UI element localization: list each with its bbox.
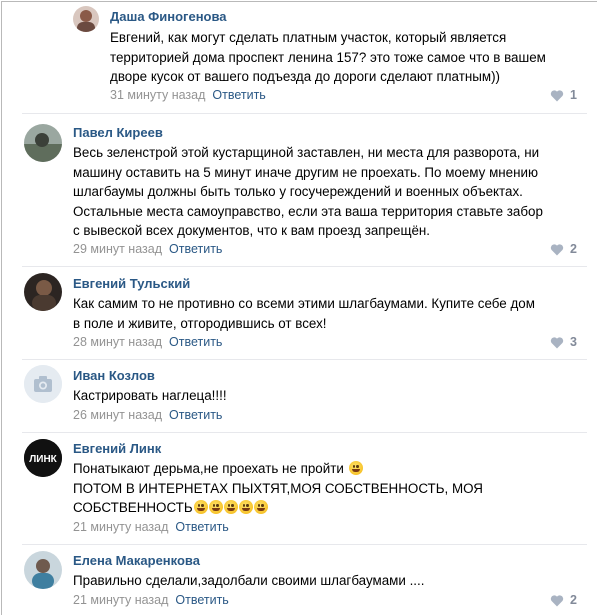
reply-button[interactable]: Ответить bbox=[169, 335, 222, 349]
comment-meta: 26 минут назад Ответить bbox=[73, 408, 222, 422]
reply-button[interactable]: Ответить bbox=[212, 88, 265, 102]
comment-author[interactable]: Евгений Линк bbox=[73, 441, 161, 456]
laughing-crying-emoji-icon bbox=[253, 500, 268, 514]
avatar[interactable] bbox=[73, 6, 99, 32]
comment-time[interactable]: 31 минуту назад bbox=[110, 88, 205, 102]
comment-text: Кастрировать наглеца!!!! bbox=[73, 388, 227, 403]
avatar-logo-text: ЛИНК bbox=[29, 454, 57, 465]
comments-panel: Даша Финогенова Евгений, как могут сдела… bbox=[1, 1, 597, 615]
comment-author[interactable]: Елена Макаренкова bbox=[73, 553, 200, 568]
comment-text: Весь зеленстрой этой кустарщиной заставл… bbox=[73, 145, 543, 238]
like-button[interactable]: 1 bbox=[550, 88, 577, 102]
comment-text-line2: ПОТОМ В ИНТЕРНЕТАХ ПЫХТЯТ,МОЯ СОБСТВЕННО… bbox=[73, 480, 483, 496]
avatar[interactable] bbox=[24, 365, 62, 403]
comment-author[interactable]: Иван Козлов bbox=[73, 368, 155, 383]
comment-divider bbox=[22, 359, 587, 360]
comment-text: Как самим то не противно со всеми этими … bbox=[73, 296, 535, 331]
comment-text-line3: СОБСТВЕННОСТЬ bbox=[73, 500, 193, 515]
comment-author[interactable]: Даша Финогенова bbox=[110, 9, 227, 24]
comment-divider bbox=[22, 113, 587, 114]
comment-divider bbox=[22, 432, 587, 433]
laughing-crying-emoji-icon bbox=[193, 500, 208, 514]
reply-button[interactable]: Ответить bbox=[175, 520, 228, 534]
like-button[interactable]: 3 bbox=[550, 335, 577, 349]
comment-time[interactable]: 26 минут назад bbox=[73, 408, 162, 422]
reply-button[interactable]: Ответить bbox=[169, 242, 222, 256]
avatar[interactable] bbox=[24, 551, 62, 589]
heart-icon bbox=[550, 594, 564, 606]
heart-icon bbox=[550, 89, 564, 101]
laughing-crying-emoji-icon bbox=[208, 500, 223, 514]
heart-icon bbox=[550, 243, 564, 255]
like-button[interactable]: 2 bbox=[550, 593, 577, 607]
comment-text: Правильно сделали,задолбали своими шлагб… bbox=[73, 573, 425, 588]
comment-text: Понатыкают дерьма,не проехать не пройти … bbox=[73, 459, 483, 518]
comment-time[interactable]: 21 минуту назад bbox=[73, 593, 168, 607]
comment-divider bbox=[22, 266, 587, 267]
like-count: 1 bbox=[570, 88, 577, 102]
reply-button[interactable]: Ответить bbox=[169, 408, 222, 422]
laughing-crying-emoji-icon bbox=[223, 500, 238, 514]
like-count: 2 bbox=[570, 593, 577, 607]
comment-meta: 31 минуту назад Ответить bbox=[110, 88, 266, 102]
comment-text: Евгений, как могут сделать платным участ… bbox=[110, 30, 546, 84]
laughing-crying-emoji-icon bbox=[238, 500, 253, 514]
like-count: 2 bbox=[570, 242, 577, 256]
comment-meta: 28 минут назад Ответить bbox=[73, 335, 222, 349]
comment-time[interactable]: 21 минуту назад bbox=[73, 520, 168, 534]
comment-meta: 29 минут назад Ответить bbox=[73, 242, 222, 256]
like-count: 3 bbox=[570, 335, 577, 349]
grinning-emoji-icon bbox=[348, 461, 363, 475]
comment-text-line1: Понатыкают дерьма,не проехать не пройти bbox=[73, 461, 344, 476]
comment-meta: 21 минуту назад Ответить bbox=[73, 520, 229, 534]
like-button[interactable]: 2 bbox=[550, 242, 577, 256]
comment-divider bbox=[22, 544, 587, 545]
heart-icon bbox=[550, 336, 564, 348]
comment-time[interactable]: 28 минут назад bbox=[73, 335, 162, 349]
avatar[interactable] bbox=[24, 124, 62, 162]
camera-icon bbox=[24, 365, 62, 403]
reply-button[interactable]: Ответить bbox=[175, 593, 228, 607]
comment-author[interactable]: Павел Киреев bbox=[73, 125, 163, 140]
comment-time[interactable]: 29 минут назад bbox=[73, 242, 162, 256]
avatar[interactable] bbox=[24, 273, 62, 311]
avatar[interactable]: ЛИНК bbox=[24, 439, 62, 477]
comment-meta: 21 минуту назад Ответить bbox=[73, 593, 229, 607]
comment-author[interactable]: Евгений Тульский bbox=[73, 276, 190, 291]
